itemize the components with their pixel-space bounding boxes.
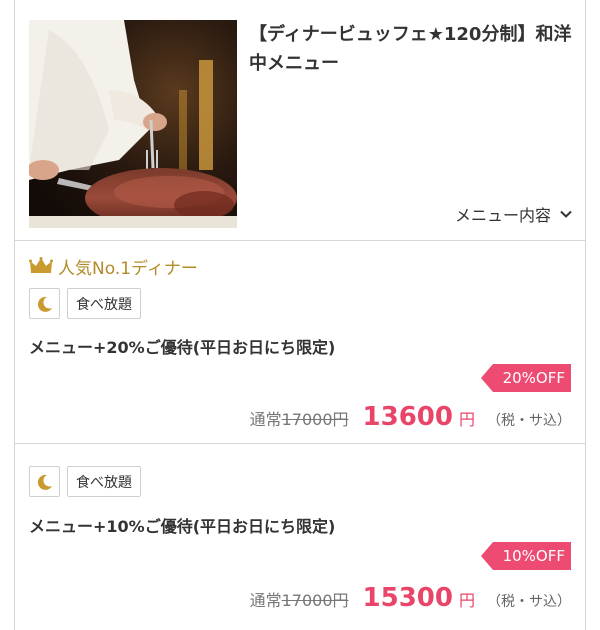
- course-header: 【ディナービュッフェ★120分制】和洋中メニュー メニュー内容: [15, 0, 585, 241]
- regular-price-prefix: 通常: [249, 410, 282, 429]
- price-currency: 円: [458, 591, 475, 610]
- price-row: 通常17000円 13600 円 （税・サ込）: [250, 402, 571, 432]
- dinner-tag: [29, 466, 60, 497]
- roast-beef-image: [29, 20, 237, 228]
- dinner-tag: [29, 288, 60, 319]
- plan-item[interactable]: 食べ放題 メニュー+10%ご優待(平日お日にち限定) 10%OFF 通常1700…: [15, 445, 585, 630]
- tax-note: （税・サ込）: [487, 413, 571, 429]
- popular-badge-label: 人気No.1ディナー: [58, 258, 198, 279]
- regular-price: 通常17000円: [250, 587, 349, 611]
- discount-badge: 20%OFF: [481, 364, 571, 392]
- plan-card: 【ディナービュッフェ★120分制】和洋中メニュー メニュー内容 人気No.1ディ…: [14, 0, 586, 630]
- popular-badge: 人気No.1ディナー: [29, 254, 198, 279]
- tax-note: （税・サ込）: [487, 594, 571, 610]
- regular-price-value: 17000円: [281, 591, 349, 610]
- discount-badge: 10%OFF: [481, 542, 571, 570]
- all-you-can-eat-tag: 食べ放題: [67, 466, 141, 497]
- plan-name[interactable]: メニュー+10%ご優待(平日お日にち限定): [29, 513, 335, 537]
- plan-tags: 食べ放題: [29, 288, 141, 319]
- price-currency: 円: [458, 410, 475, 429]
- plan-name[interactable]: メニュー+20%ご優待(平日お日にち限定): [29, 334, 335, 358]
- menu-details-label: メニュー内容: [454, 206, 551, 225]
- sale-price: 15300: [362, 583, 453, 613]
- course-photo[interactable]: [29, 20, 237, 228]
- moon-icon: [37, 296, 52, 312]
- regular-price: 通常17000円: [250, 406, 349, 430]
- crown-icon: [29, 257, 53, 273]
- plan-tags: 食べ放題: [29, 466, 141, 497]
- course-title: 【ディナービュッフェ★120分制】和洋中メニュー: [249, 24, 572, 74]
- plan-item[interactable]: 人気No.1ディナー 食べ放題 メニュー+20%ご優待(平日お日にち限定) 20…: [15, 242, 585, 444]
- sale-price: 13600: [362, 402, 453, 432]
- price-row: 通常17000円 15300 円 （税・サ込）: [250, 583, 571, 613]
- moon-icon: [37, 474, 52, 490]
- chevron-down-icon: [560, 210, 572, 218]
- all-you-can-eat-tag: 食べ放題: [67, 288, 141, 319]
- regular-price-prefix: 通常: [249, 591, 282, 610]
- menu-details-toggle[interactable]: メニュー内容: [455, 201, 573, 227]
- regular-price-value: 17000円: [281, 410, 349, 429]
